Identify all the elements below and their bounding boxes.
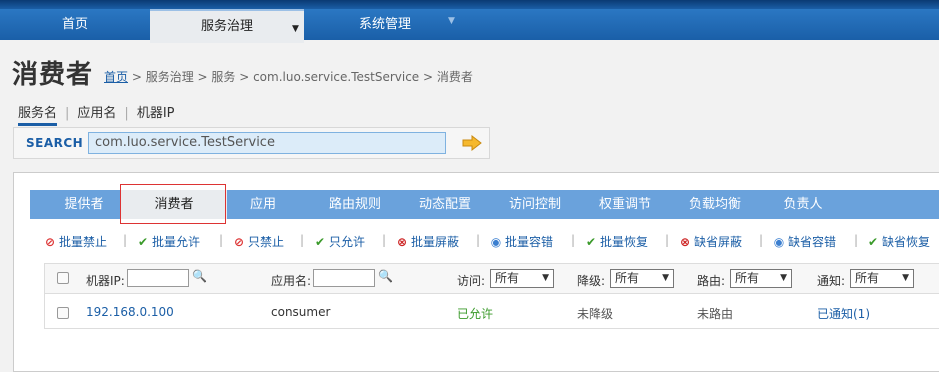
table-header: 机器IP: 🔍 应用名: 🔍 访问: 所有 ▼ 降级: 所有 ▼ 路由: 所有 ▼ 通…	[45, 264, 939, 294]
row-app-name: consumer	[271, 305, 331, 319]
batch-disable-button[interactable]: ⊘ 批量禁止	[44, 233, 107, 250]
chevron-down-icon: ▼	[662, 273, 669, 283]
tab-load-balance[interactable]: 负载均衡	[670, 190, 760, 219]
degrade-filter-select[interactable]: 所有 ▼	[610, 269, 674, 288]
app-filter-input[interactable]	[313, 269, 375, 287]
search-icon[interactable]: 🔍	[192, 269, 207, 283]
search-input[interactable]: com.luo.service.TestService	[88, 132, 446, 154]
chevron-down-icon: ▼	[542, 273, 549, 283]
divider: |	[665, 233, 670, 247]
divider: |	[382, 233, 387, 247]
header-notify-label: 通知:	[817, 274, 846, 288]
nav-item-service-governance[interactable]: 服务治理 ▼	[150, 9, 304, 43]
ban-icon: ⊘	[44, 235, 56, 249]
check-icon: ✔	[867, 235, 879, 249]
breadcrumb-path: > 服务治理 > 服务 > com.luo.service.TestServic…	[128, 70, 473, 84]
search-icon[interactable]: 🔍	[378, 269, 393, 283]
tab-routing-rules[interactable]: 路由规则	[310, 190, 400, 219]
row-access-status: 已允许	[457, 307, 494, 321]
check-icon: ✔	[585, 235, 597, 249]
row-ip-link[interactable]: 192.168.0.100	[86, 305, 174, 319]
search-type-tabs: 服务名 | 应用名 | 机器IP	[18, 102, 175, 126]
chevron-down-icon: ▼	[448, 16, 455, 26]
search-tab-app[interactable]: 应用名	[77, 102, 116, 121]
row-route-status: 未路由	[697, 307, 734, 321]
header-app-label: 应用名:	[271, 274, 312, 288]
tab-owner[interactable]: 负责人	[758, 190, 848, 219]
ban-icon: ⊘	[233, 235, 245, 249]
chevron-down-icon: ▼	[292, 24, 299, 34]
batch-allow-button[interactable]: ✔ 批量允许	[137, 233, 200, 250]
top-strip	[0, 0, 939, 9]
nav-item-home[interactable]: 首页	[0, 9, 150, 43]
divider: |	[124, 106, 129, 121]
header-access-label: 访问:	[457, 274, 486, 288]
header-ip-label: 机器IP:	[86, 274, 125, 288]
batch-block-button[interactable]: ⊗ 批量屏蔽	[396, 233, 459, 250]
tab-applications[interactable]: 应用	[220, 190, 306, 219]
default-restore-button[interactable]: ✔ 缺省恢复	[867, 233, 930, 250]
nav-item-system-management[interactable]: 系统管理 ▼	[310, 9, 460, 43]
chevron-down-icon: ▼	[780, 273, 787, 283]
breadcrumb-home-link[interactable]: 首页	[104, 70, 128, 84]
access-filter-select[interactable]: 所有 ▼	[490, 269, 554, 288]
batch-restore-button[interactable]: ✔ 批量恢复	[585, 233, 648, 250]
check-icon: ✔	[314, 235, 326, 249]
only-allow-button[interactable]: ✔ 只允许	[314, 233, 365, 250]
batch-tolerate-button[interactable]: ◉ 批量容错	[490, 233, 553, 250]
search-tab-service[interactable]: 服务名	[18, 102, 58, 126]
main-panel: 提供者 消费者 应用 路由规则 动态配置 访问控制 权重调节 负载均衡 负责人 …	[13, 172, 939, 372]
tab-dynamic-config[interactable]: 动态配置	[400, 190, 490, 219]
chevron-down-icon: ▼	[902, 273, 909, 283]
arrow-right-icon[interactable]	[462, 135, 482, 151]
x-circle-icon: ⊗	[679, 235, 691, 249]
notify-filter-select[interactable]: 所有 ▼	[850, 269, 914, 288]
search-tab-ip[interactable]: 机器IP	[137, 102, 175, 121]
row-checkbox[interactable]	[57, 307, 69, 319]
highlight-box	[120, 184, 226, 224]
row-degrade-status: 未降级	[577, 307, 614, 321]
header-degrade-label: 降级:	[577, 274, 606, 288]
divider: |	[854, 233, 859, 247]
divider: |	[123, 233, 128, 247]
consumer-table: 机器IP: 🔍 应用名: 🔍 访问: 所有 ▼ 降级: 所有 ▼ 路由: 所有 ▼ 通…	[44, 263, 939, 329]
divider: |	[476, 233, 481, 247]
default-block-button[interactable]: ⊗ 缺省屏蔽	[679, 233, 742, 250]
dot-circle-icon: ◉	[773, 235, 785, 249]
check-icon: ✔	[137, 235, 149, 249]
tab-access-control[interactable]: 访问控制	[490, 190, 580, 219]
row-notify-link[interactable]: 已通知(1)	[817, 305, 870, 322]
breadcrumb: 首页 > 服务治理 > 服务 > com.luo.service.TestSer…	[104, 68, 473, 85]
select-all-checkbox[interactable]	[57, 272, 69, 284]
search-bar: SEARCH com.luo.service.TestService	[13, 127, 490, 159]
header-route-label: 路由:	[697, 274, 726, 288]
route-filter-select[interactable]: 所有 ▼	[730, 269, 792, 288]
x-circle-icon: ⊗	[396, 235, 408, 249]
default-tolerate-button[interactable]: ◉ 缺省容错	[773, 233, 836, 250]
top-nav: 首页 服务治理 ▼ 系统管理 ▼	[0, 0, 939, 43]
divider: |	[300, 233, 305, 247]
dot-circle-icon: ◉	[490, 235, 502, 249]
divider: |	[571, 233, 576, 247]
divider: |	[65, 106, 70, 121]
divider: |	[759, 233, 764, 247]
search-label: SEARCH	[26, 136, 84, 150]
ip-filter-input[interactable]	[127, 269, 189, 287]
page-title: 消费者	[12, 60, 94, 90]
divider: |	[219, 233, 224, 247]
only-disable-button[interactable]: ⊘ 只禁止	[233, 233, 284, 250]
tab-weight-adjust[interactable]: 权重调节	[580, 190, 670, 219]
